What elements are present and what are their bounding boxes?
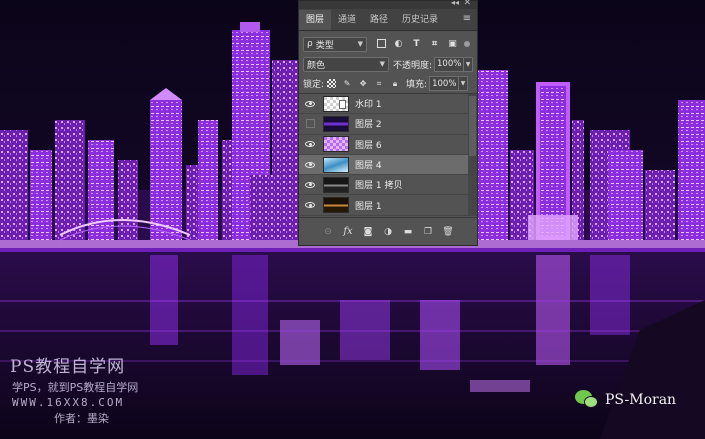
panel-tabs: 图层 通道 路径 历史记录 ≡	[299, 9, 477, 31]
panel-title-bar: ◂◂ ✕	[299, 0, 477, 9]
layer-name: 图层 6	[355, 140, 382, 151]
wechat-logo-icon	[575, 389, 601, 411]
site-watermark: PS教程自学网 学PS，就到PS教程自学网 WWW.16XX8.COM 作者：墨…	[10, 352, 200, 426]
watermark-url: WWW.16XX8.COM	[12, 396, 125, 409]
wechat-handle: PS-Moran	[605, 392, 677, 408]
delete-layer-trash-icon[interactable]: 🗑︎	[442, 226, 453, 237]
layer-row[interactable]: 图层 1	[299, 195, 468, 216]
layer-row[interactable]: 图层 4	[299, 154, 468, 176]
wechat-watermark: PS-Moran	[575, 389, 676, 411]
layer-row[interactable]: 图层 6	[299, 135, 468, 155]
panel-menu-icon[interactable]: ≡	[463, 14, 471, 24]
type-filter-icon[interactable]: T	[411, 39, 422, 50]
filter-row: ρ 类型 ▼ ◐ T ⌗ ▣	[299, 34, 477, 54]
add-mask-icon[interactable]: ◙	[363, 226, 374, 237]
blend-row: 颜色 ▼ 不透明度: 100% ▼	[299, 54, 477, 74]
tab-paths[interactable]: 路径	[363, 10, 395, 30]
watermark-title: PS教程自学网	[10, 357, 126, 377]
new-adjustment-layer-icon[interactable]: ◑	[383, 226, 394, 237]
fill-input[interactable]: 100%	[429, 76, 460, 91]
visibility-toggle[interactable]	[299, 195, 321, 214]
new-group-folder-icon[interactable]: ▬	[403, 226, 414, 237]
layer-name: 图层 4	[355, 161, 382, 172]
layer-list-scrollbar[interactable]	[468, 94, 477, 216]
chevron-down-icon: ▼	[379, 60, 385, 68]
lock-artboard-icon[interactable]: ⌗	[374, 79, 384, 89]
lock-move-icon[interactable]: ✥	[358, 79, 368, 89]
collapse-icon[interactable]: ◂◂	[451, 0, 459, 7]
chevron-down-icon: ▼	[357, 40, 363, 48]
close-icon[interactable]: ✕	[463, 0, 471, 8]
layer-name: 图层 2	[355, 120, 382, 131]
lock-transparent-icon[interactable]	[327, 78, 337, 88]
visibility-toggle[interactable]	[299, 175, 321, 194]
tab-layers[interactable]: 图层	[299, 10, 332, 30]
eye-icon	[305, 100, 315, 107]
opacity-input[interactable]: 100%	[434, 56, 464, 72]
layers-panel: ◂◂ ✕ 图层 通道 路径 历史记录 ≡ ρ 类型 ▼ ◐ T ⌗ ▣ 颜色 ▼…	[298, 0, 478, 246]
layer-thumbnail	[323, 197, 349, 214]
layer-row[interactable]: 图层 1 拷贝	[299, 175, 468, 196]
watermark-author: 作者：墨染	[54, 412, 109, 425]
layer-thumbnail	[323, 95, 349, 112]
layer-filter-select[interactable]: ρ 类型 ▼	[303, 36, 367, 52]
lock-label: 锁定:	[303, 80, 325, 90]
smart-object-badge-icon	[339, 99, 346, 109]
opacity-label: 不透明度:	[392, 60, 433, 71]
layer-thumbnail	[323, 136, 349, 153]
eye-icon	[305, 141, 315, 148]
watermark-slogan: 学PS，就到PS教程自学网	[12, 381, 139, 394]
tab-history[interactable]: 历史记录	[395, 10, 445, 30]
layer-name: 水印 1	[355, 100, 382, 111]
visibility-toggle[interactable]	[299, 114, 321, 133]
shape-filter-icon[interactable]: ⌗	[429, 39, 440, 50]
panel-bottom-toolbar: ⊝ fx ◙ ◑ ▬ ❐ 🗑︎	[299, 217, 477, 245]
layer-row[interactable]: 图层 2	[299, 114, 468, 135]
lock-all-icon[interactable]: 🔒︎	[390, 79, 400, 89]
new-layer-icon[interactable]: ❐	[423, 226, 434, 237]
visibility-toggle[interactable]	[299, 155, 321, 174]
layer-name: 图层 1	[355, 201, 382, 212]
opacity-chevron-icon[interactable]: ▼	[464, 56, 473, 72]
eye-icon	[305, 202, 315, 209]
layer-thumbnail	[323, 156, 349, 173]
eye-icon	[305, 161, 315, 168]
layer-thumbnail	[323, 115, 349, 132]
link-layers-icon[interactable]: ⊝	[323, 226, 334, 237]
fill-chevron-icon[interactable]: ▼	[459, 76, 469, 91]
filter-toggle-icon[interactable]	[464, 41, 470, 47]
blend-mode-select[interactable]: 颜色 ▼	[303, 56, 389, 72]
pixel-filter-icon[interactable]	[377, 38, 386, 48]
lock-brush-icon[interactable]: ✎	[342, 79, 352, 89]
layer-list: 水印 1 图层 2 图层 6 图层 4 图层 1 拷贝 图层 1	[299, 94, 468, 216]
eye-icon	[305, 181, 315, 188]
visibility-toggle[interactable]	[299, 135, 321, 154]
layer-thumbnail	[323, 176, 349, 193]
fill-label: 填充:	[406, 80, 428, 90]
search-icon: ρ	[307, 39, 313, 49]
lock-row: 锁定: ✎ ✥ ⌗ 🔒︎ 填充: 100% ▼	[299, 74, 477, 94]
scrollbar-thumb[interactable]	[469, 96, 476, 156]
layer-name: 图层 1 拷贝	[355, 181, 403, 192]
layer-row[interactable]: 水印 1	[299, 94, 468, 115]
layer-style-fx-icon[interactable]: fx	[343, 226, 354, 237]
smart-object-filter-icon[interactable]: ▣	[447, 39, 458, 50]
hidden-layer-box	[305, 119, 315, 129]
blend-mode-value: 颜色	[307, 60, 326, 71]
filter-value: 类型	[315, 40, 334, 51]
visibility-toggle[interactable]	[299, 94, 321, 113]
adjustment-filter-icon[interactable]: ◐	[393, 39, 404, 50]
tab-channels[interactable]: 通道	[331, 10, 363, 30]
